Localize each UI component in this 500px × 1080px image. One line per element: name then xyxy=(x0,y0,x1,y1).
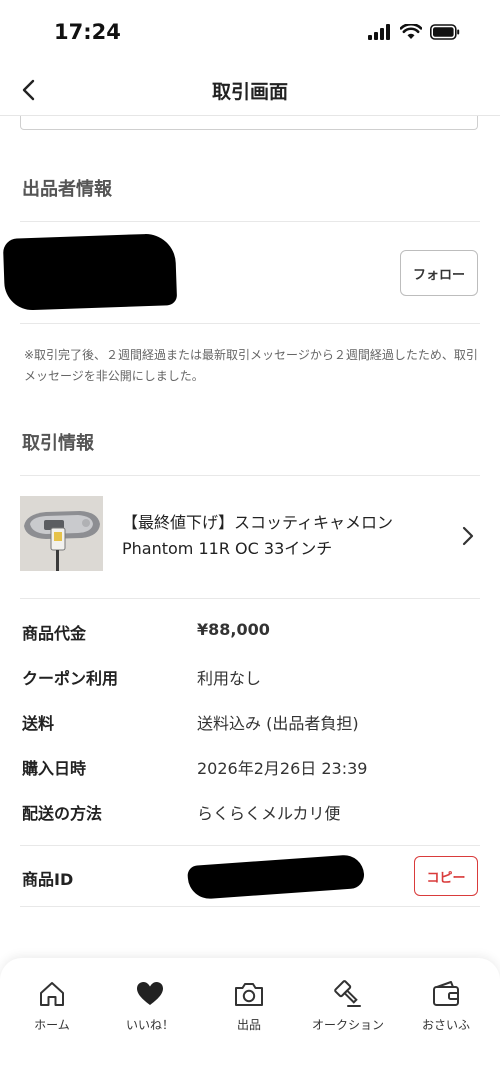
nav-bar: 取引画面 xyxy=(0,66,500,116)
wallet-icon xyxy=(398,978,494,1010)
battery-icon xyxy=(430,24,460,40)
product-title[interactable]: 【最終値下げ】スコッティキャメロン Phantom 11R OC 33インチ xyxy=(122,510,452,562)
copy-button[interactable]: コピー xyxy=(414,856,478,896)
detail-label: 送料 xyxy=(22,714,55,733)
tab-label: いいね！ xyxy=(125,1018,174,1032)
wifi-icon xyxy=(400,24,422,39)
transaction-details: 商品代金 ¥88,000 クーポン利用 利用なし 送料 送料込み (出品者負担)… xyxy=(0,612,500,837)
seller-row[interactable]: フォロー xyxy=(0,222,500,324)
detail-label: クーポン利用 xyxy=(22,669,119,688)
status-icons xyxy=(368,24,460,40)
follow-button[interactable]: フォロー xyxy=(400,250,478,296)
tab-label: おさいふ xyxy=(421,1018,470,1032)
product-id-row: 商品ID コピー xyxy=(0,846,500,906)
notice-text: ※取引完了後、２週間経過または最新取引メッセージから２週間経過したため、取引メッ… xyxy=(24,348,478,383)
seller-section-title: 出品者情報 xyxy=(22,179,112,200)
detail-row-coupon: クーポン利用 利用なし xyxy=(0,657,500,702)
status-time: 17:24 xyxy=(54,20,121,44)
page-title: 取引画面 xyxy=(211,81,288,103)
product-id-redaction xyxy=(187,853,365,901)
detail-row-shipping-method: 配送の方法 らくらくメルカリ便 xyxy=(0,792,500,837)
detail-value: 2026年2月26日 23:39 xyxy=(197,759,368,778)
divider xyxy=(20,598,480,599)
message-field-bottom-edge xyxy=(20,116,478,130)
gavel-icon xyxy=(300,978,396,1010)
detail-value: ¥88,000 xyxy=(197,620,270,639)
detail-value: らくらくメルカリ便 xyxy=(197,804,341,823)
putter-image xyxy=(20,496,103,571)
detail-value: 利用なし xyxy=(197,669,262,688)
tab-home[interactable]: ホーム xyxy=(4,978,100,1033)
product-thumbnail xyxy=(20,496,103,571)
home-icon xyxy=(4,978,100,1010)
product-id-label: 商品ID xyxy=(22,870,74,889)
detail-label: 配送の方法 xyxy=(22,804,103,823)
product-row[interactable]: 【最終値下げ】スコッティキャメロン Phantom 11R OC 33インチ xyxy=(0,476,500,598)
tab-listing[interactable]: 出品 xyxy=(201,978,297,1033)
bottom-tab-bar: ホーム いいね！ 出品 オークション おさいふ xyxy=(0,958,500,1080)
transaction-section-title: 取引情報 xyxy=(22,433,94,454)
tab-label: オークション xyxy=(311,1018,384,1032)
signal-icon xyxy=(368,24,390,40)
seller-name-redaction xyxy=(2,233,178,311)
tab-auction[interactable]: オークション xyxy=(300,978,396,1033)
detail-row-purchase-date: 購入日時 2026年2月26日 23:39 xyxy=(0,747,500,792)
tab-likes[interactable]: いいね！ xyxy=(102,978,198,1033)
detail-row-price: 商品代金 ¥88,000 xyxy=(0,612,500,657)
chevron-right-icon xyxy=(462,526,474,550)
tab-label: ホーム xyxy=(34,1018,70,1032)
divider xyxy=(20,323,480,324)
detail-row-shipping-fee: 送料 送料込み (出品者負担) xyxy=(0,702,500,747)
detail-label: 購入日時 xyxy=(22,759,87,778)
tab-wallet[interactable]: おさいふ xyxy=(398,978,494,1033)
detail-value: 送料込み (出品者負担) xyxy=(197,714,359,733)
status-bar: 17:24 xyxy=(0,0,500,66)
tab-label: 出品 xyxy=(236,1018,261,1032)
detail-label: 商品代金 xyxy=(22,624,87,643)
divider xyxy=(20,906,480,907)
camera-icon xyxy=(201,978,297,1010)
heart-icon xyxy=(102,978,198,1010)
